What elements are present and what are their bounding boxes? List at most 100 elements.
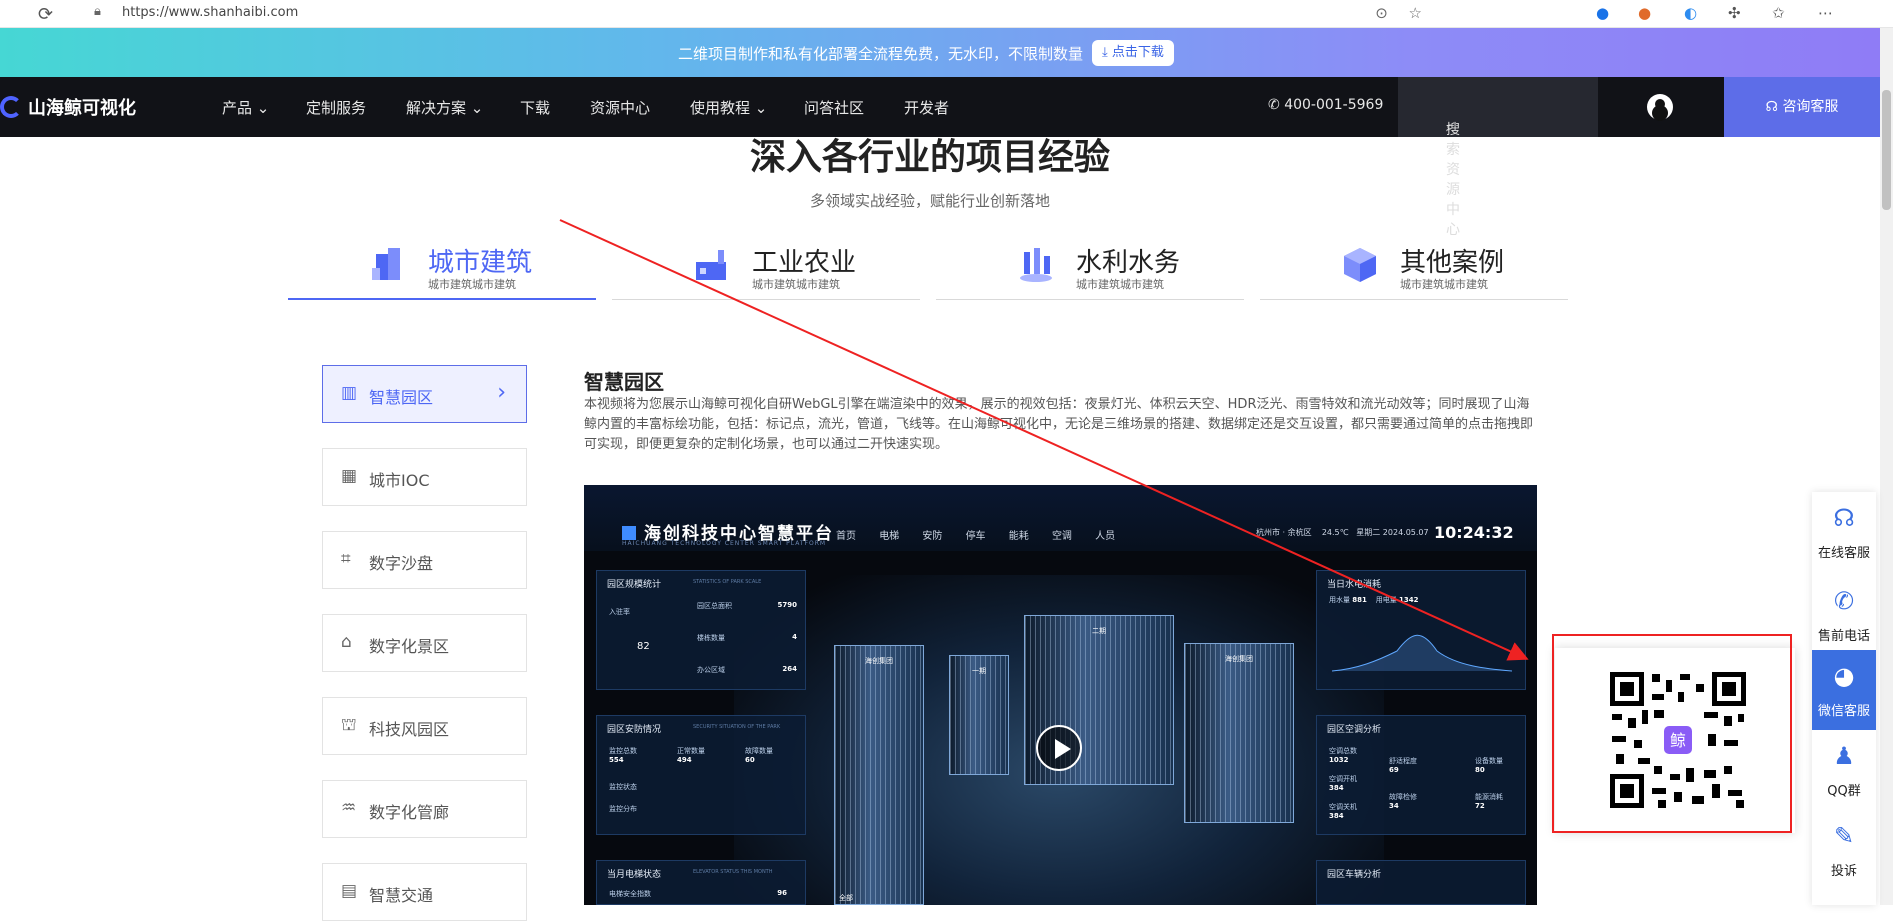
dashboard-tab: 空调 <box>1051 531 1072 542</box>
puzzle-icon[interactable]: ✣ <box>1728 4 1741 22</box>
category-tab-other[interactable]: 其他案例 城市建筑城市建筑 <box>1260 236 1568 300</box>
favorite-icon[interactable]: ☆ <box>1409 4 1422 22</box>
reload-icon[interactable]: ⟳ <box>38 4 53 25</box>
sidebar-item-tech-park[interactable]: ⛫ 科技风园区 <box>322 697 527 755</box>
nav-item-tutorials[interactable]: 使用教程 ⌄ <box>690 97 767 118</box>
nav-item-developer[interactable]: 开发者 <box>904 97 949 118</box>
video-bottom-label: 全部 <box>839 894 853 902</box>
category-tab-water[interactable]: 水利水务 城市建筑城市建筑 <box>936 236 1244 300</box>
category-name: 其他案例 <box>1400 248 1505 278</box>
more-options-icon[interactable]: ⊙ <box>1375 4 1388 22</box>
category-sub: 城市建筑城市建筑 <box>752 278 840 291</box>
dashboard-tab: 首页 <box>836 531 856 542</box>
city-building-icon <box>372 248 400 280</box>
url-text[interactable]: https://www.shanhaibi.com <box>122 5 298 20</box>
annotation-highlight-box <box>1552 634 1792 833</box>
extension-icon[interactable]: ◐ <box>1684 4 1697 22</box>
headset-icon: ☊ <box>1833 504 1855 532</box>
security-panel: 园区安防情况 SECURITY SITUATION OF THE PARK 监控… <box>596 715 806 835</box>
sidebar-item-pipe-gallery[interactable]: ♒ 数字化管廊 <box>322 780 527 838</box>
park-stats-panel: 园区规模统计 STATISTICS OF PARK SCALE 入驻率 82 园… <box>596 570 806 690</box>
case-title: 智慧园区 <box>584 370 664 394</box>
complaint-icon: ✎ <box>1833 822 1855 850</box>
favorites-icon[interactable]: ✩ <box>1772 4 1785 22</box>
water-facility-icon <box>1020 248 1052 282</box>
logo[interactable]: 山海鲸可视化 <box>0 94 136 120</box>
sidebar-item-traffic[interactable]: ▤ 智慧交通 <box>322 863 527 921</box>
float-item-presale-phone[interactable]: ✆ 售前电话 <box>1812 575 1876 655</box>
dashboard-info: 杭州市 · 余杭区 24.5℃ 星期二 2024.05.07 <box>1256 528 1429 537</box>
sidebar-item-sandbox[interactable]: ⌗ 数字沙盘 <box>322 531 527 589</box>
scrollbar-thumb[interactable] <box>1882 90 1891 210</box>
cube-icon <box>1344 248 1376 282</box>
category-name: 城市建筑 <box>428 248 533 278</box>
chevron-right-icon: › <box>497 380 506 405</box>
category-sub: 城市建筑城市建筑 <box>1400 278 1488 291</box>
nav-item-product[interactable]: 产品 ⌄ <box>222 97 269 118</box>
factory-icon <box>696 250 726 280</box>
user-avatar-icon[interactable] <box>1647 94 1673 120</box>
dashboard-tab: 电梯 <box>879 531 900 542</box>
extension-icon[interactable]: ● <box>1638 4 1651 22</box>
dashboard-logo-icon <box>622 526 636 540</box>
download-button[interactable]: ⤓ 点击下载 <box>1092 40 1174 66</box>
section-title: 深入各行业的项目经验 <box>749 137 1110 178</box>
category-tab-city[interactable]: 城市建筑 城市建筑城市建筑 <box>288 236 596 300</box>
float-item-online-service[interactable]: ☊ 在线客服 <box>1812 492 1876 572</box>
float-item-complaint[interactable]: ✎ 投诉 <box>1812 810 1876 890</box>
dashboard-tab: 停车 <box>965 531 986 542</box>
float-item-qq-group[interactable]: ♟ QQ群 <box>1812 730 1876 810</box>
elevator-panel: 当月电梯状态 ELEVATOR STATUS THIS MONTH 电梯安全指数… <box>596 860 806 905</box>
energy-panel: 当日水电消耗 用水量 881 用电量 1342 <box>1316 570 1526 690</box>
logo-mark-icon <box>0 96 22 118</box>
address-bar[interactable]: 🔒︎ https://www.shanhaibi.com ⊙ ☆ <box>72 1 1542 25</box>
nav-item-download[interactable]: 下载 <box>520 97 550 118</box>
wechat-icon: ◕ <box>1833 662 1855 690</box>
building: 海创集团 <box>834 645 924 905</box>
scrollbar[interactable] <box>1880 28 1893 905</box>
sidebar-item-smart-park[interactable]: ▥ 智慧园区 › <box>322 365 527 423</box>
category-sub: 城市建筑城市建筑 <box>428 278 516 291</box>
case-description: 本视频将为您展示山海鲸可视化自研WebGL引擎在端渲染中的效果，展示的视效包括：… <box>584 397 1534 452</box>
sidebar-item-city-ioc[interactable]: ▦ 城市IOC <box>322 448 527 506</box>
nav-item-resources[interactable]: 资源中心 <box>590 97 650 118</box>
float-item-wechat-service[interactable]: ◕ 微信客服 <box>1812 650 1876 730</box>
sandbox-icon: ⌗ <box>341 549 351 569</box>
phone-number: ✆ 400-001-5969 <box>1268 97 1384 113</box>
scenic-icon: ⌂ <box>341 632 352 652</box>
building: 一期 <box>949 655 1009 775</box>
city-icon: ▦ <box>341 466 358 486</box>
phone-icon: ✆ <box>1833 587 1855 615</box>
play-button-icon[interactable] <box>1036 725 1082 771</box>
pipe-gallery-icon: ♒ <box>341 798 357 818</box>
traffic-icon: ▤ <box>341 881 358 901</box>
qq-icon: ♟ <box>1833 742 1855 770</box>
category-tab-industry[interactable]: 工业农业 城市建筑城市建筑 <box>612 236 920 300</box>
sidebar-item-scenic[interactable]: ⌂ 数字化景区 <box>322 614 527 672</box>
dashboard-tab: 安防 <box>922 531 943 542</box>
dashboard-clock: 10:24:32 <box>1434 523 1514 542</box>
dashboard-tabs: 首页 电梯 安防 停车 能耗 空调 人员 <box>836 527 1135 542</box>
nav-item-community[interactable]: 问答社区 <box>804 97 864 118</box>
nav-item-solutions[interactable]: 解决方案 ⌄ <box>406 97 483 118</box>
dashboard-tab: 能耗 <box>1008 531 1029 542</box>
aircon-panel: 园区空调分析 空调总数 1032 空调开机 384 空调关机 384 舒适程度 69 故… <box>1316 715 1526 835</box>
category-sub: 城市建筑城市建筑 <box>1076 278 1164 291</box>
building: 海创集团 <box>1184 643 1294 823</box>
energy-chart <box>1331 634 1513 672</box>
nav-item-custom[interactable]: 定制服务 <box>306 97 366 118</box>
section-subtitle: 多领域实战经验，赋能行业创新落地 <box>809 192 1050 210</box>
building-icon: ▥ <box>341 383 358 403</box>
dashboard-subtitle: HAICHUANG TECHNOLOGY CENTER SMART PLATFO… <box>622 540 827 547</box>
extension-icon[interactable]: ● <box>1596 4 1609 22</box>
floating-contact-menu: ☊ 在线客服 ✆ 售前电话 ◕ 微信客服 ♟ QQ群 ✎ 投诉 <box>1812 492 1876 905</box>
tech-park-icon: ⛫ <box>341 715 357 735</box>
announcement-text: 二维项目制作和私有化部署全流程免费，无水印，不限制数量 <box>678 45 1084 63</box>
browser-toolbar: ⟳ 🔒︎ https://www.shanhaibi.com ⊙ ☆ ● ● ◐… <box>0 0 1893 28</box>
menu-icon[interactable]: ⋯ <box>1818 4 1833 22</box>
dashboard-tab: 人员 <box>1095 531 1116 542</box>
category-name: 工业农业 <box>752 248 857 278</box>
lock-icon[interactable]: 🔒︎ <box>94 4 101 19</box>
announcement-bar: 二维项目制作和私有化部署全流程免费，无水印，不限制数量 ⤓ 点击下载 <box>0 28 1880 77</box>
video-player[interactable]: 海创科技中心智慧平台 HAICHUANG TECHNOLOGY CENTER S… <box>584 485 1537 905</box>
